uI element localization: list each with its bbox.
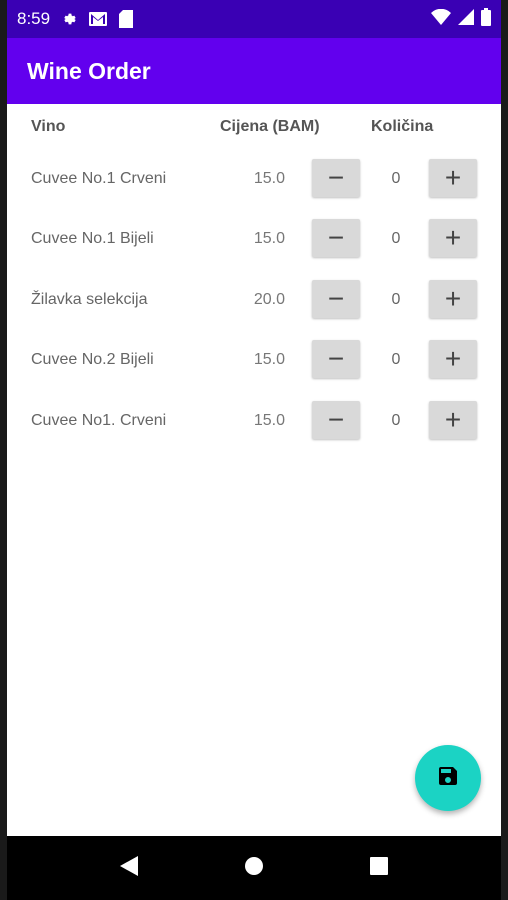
- table-row: Cuvee No.1 Bijeli 15.0 − 0 +: [7, 219, 501, 259]
- app-title: Wine Order: [27, 57, 151, 84]
- home-button[interactable]: [234, 848, 274, 888]
- table-header: Vino Cijena (BAM) Količina: [7, 118, 501, 140]
- wine-name: Cuvee No1. Crveni: [31, 412, 167, 429]
- table-row: Cuvee No1. Crveni 15.0 − 0 +: [7, 401, 501, 441]
- decrease-button[interactable]: −: [312, 219, 360, 257]
- back-button[interactable]: [109, 848, 149, 888]
- increase-button[interactable]: +: [429, 340, 477, 378]
- table-row: Cuvee No.1 Crveni 15.0 − 0 +: [7, 159, 501, 199]
- increase-button[interactable]: +: [429, 401, 477, 439]
- quantity-value: 0: [391, 412, 401, 429]
- decrease-button[interactable]: −: [312, 280, 360, 318]
- status-bar: 8:59: [7, 0, 501, 38]
- header-quantity: Količina: [371, 118, 434, 135]
- sd-card-icon: [116, 9, 136, 29]
- wine-name: Žilavka selekcija: [31, 291, 148, 308]
- wine-price: 15.0: [253, 230, 285, 247]
- increase-button[interactable]: +: [429, 219, 477, 257]
- save-icon: [436, 764, 460, 793]
- status-right-icons: [431, 7, 491, 31]
- decrease-button[interactable]: −: [312, 340, 360, 378]
- save-fab-button[interactable]: [415, 745, 481, 811]
- navigation-bar: [7, 836, 501, 900]
- quantity-value: 0: [391, 230, 401, 247]
- recents-icon: [369, 856, 388, 880]
- table-row: Žilavka selekcija 20.0 − 0 +: [7, 280, 501, 320]
- signal-icon: [458, 8, 474, 30]
- increase-button[interactable]: +: [429, 159, 477, 197]
- home-icon: [244, 856, 264, 881]
- wine-name: Cuvee No.1 Bijeli: [31, 230, 154, 247]
- phone-screen: 8:59 Wine Order Vino Cijena (BAM) Količi: [7, 0, 501, 900]
- wifi-icon: [431, 8, 451, 30]
- table-row: Cuvee No.2 Bijeli 15.0 − 0 +: [7, 340, 501, 380]
- wine-price: 20.0: [253, 291, 285, 308]
- wine-price: 15.0: [253, 351, 285, 368]
- battery-icon: [481, 7, 491, 31]
- app-bar: Wine Order: [7, 38, 501, 104]
- gmail-icon: [88, 9, 108, 29]
- quantity-value: 0: [391, 291, 401, 308]
- back-icon: [120, 855, 139, 881]
- wine-price: 15.0: [253, 412, 285, 429]
- header-wine: Vino: [31, 118, 66, 135]
- increase-button[interactable]: +: [429, 280, 477, 318]
- decrease-button[interactable]: −: [312, 401, 360, 439]
- quantity-value: 0: [391, 170, 401, 187]
- header-price: Cijena (BAM): [220, 118, 320, 135]
- settings-icon: [60, 9, 80, 29]
- recents-button[interactable]: [359, 848, 399, 888]
- status-time: 8:59: [17, 9, 51, 28]
- decrease-button[interactable]: −: [312, 159, 360, 197]
- wine-name: Cuvee No.2 Bijeli: [31, 351, 154, 368]
- quantity-value: 0: [391, 351, 401, 368]
- wine-price: 15.0: [253, 170, 285, 187]
- wine-name: Cuvee No.1 Crveni: [31, 170, 167, 187]
